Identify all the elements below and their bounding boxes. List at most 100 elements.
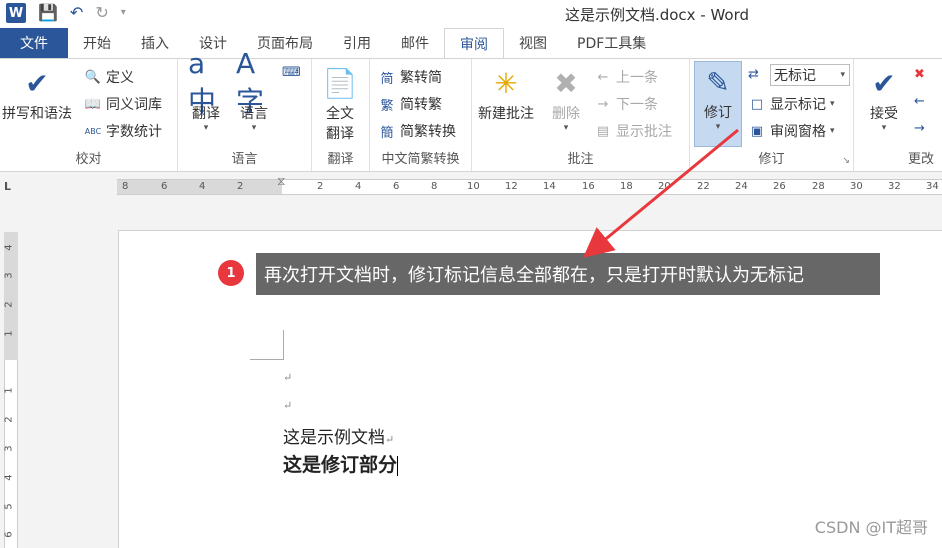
- empty-paragraph[interactable]: ↵: [283, 398, 292, 413]
- chinese-convert-button[interactable]: 簡 简繁转换: [378, 121, 456, 141]
- show-markup-button[interactable]: □ 显示标记 ▾: [748, 94, 835, 114]
- spelling-grammar-button[interactable]: ✔ 拼写和语法: [2, 63, 72, 123]
- chevron-down-icon: ▾: [251, 123, 257, 133]
- new-comment-button[interactable]: ✳ 新建批注: [478, 63, 534, 123]
- next-icon: →: [597, 96, 609, 112]
- simplified-to-traditional-button[interactable]: 繁 简转繁: [378, 94, 442, 114]
- markup-select-value: 无标记: [774, 68, 816, 84]
- ruler-tick: 14: [543, 181, 556, 192]
- paragraph-mark: ↵: [385, 433, 395, 446]
- spell-check-icon: ✔: [25, 66, 49, 100]
- ruler-tick: 16: [582, 181, 595, 192]
- group-label-tracking: 修订: [758, 152, 785, 167]
- chevron-down-icon: ▾: [715, 122, 721, 132]
- empty-paragraph[interactable]: ↵: [283, 370, 292, 385]
- ruler-tick: 4: [355, 181, 362, 192]
- delete-comment-icon: ✖: [554, 66, 578, 100]
- chevron-down-icon: ▾: [840, 70, 845, 80]
- thesaurus-label: 同义词库: [106, 97, 162, 113]
- ruler-tick: 4: [199, 181, 206, 192]
- language-label: 语言: [240, 106, 268, 122]
- thesaurus-icon: 📖: [84, 96, 102, 112]
- previous-comment-button[interactable]: ← 上一条: [594, 67, 658, 87]
- horizontal-ruler[interactable]: 8 6 4 2 ⧖ 2 4 6 8 10 12 14 16 18 20 22 2…: [117, 174, 942, 195]
- new-comment-label: 新建批注: [478, 106, 534, 122]
- dialog-launcher-icon[interactable]: ↘: [842, 156, 850, 166]
- word-count-icon: ABC: [84, 126, 102, 136]
- document-text: 这是示例文档: [283, 428, 385, 448]
- accept-button[interactable]: ✔ 接受 ▾: [866, 63, 902, 134]
- language-button[interactable]: A字 语言 ▾: [236, 47, 272, 134]
- group-translation: 📄 全文 翻译 翻译: [312, 59, 370, 171]
- full-text-translate-button[interactable]: 📄 全文 翻译: [322, 63, 358, 143]
- markup-view-icon: ⇄: [748, 67, 759, 82]
- ruler-tick: 2: [237, 181, 244, 192]
- tab-insert[interactable]: 插入: [126, 28, 184, 58]
- document-translate-icon: 📄: [322, 66, 358, 100]
- t2s-label: 繁转简: [400, 70, 442, 86]
- track-changes-label: 修订: [704, 105, 732, 121]
- vruler-tick: 2: [3, 301, 15, 308]
- title-bar: W 💾 ↶ ↻ ▾ 这是示例文档.docx - Word: [0, 0, 942, 28]
- ruler-tick: 6: [161, 181, 168, 192]
- reject-icon[interactable]: ✖: [914, 67, 925, 82]
- show-markup-label: 显示标记: [770, 97, 826, 113]
- document-line-2[interactable]: 这是修订部分: [283, 450, 399, 477]
- vertical-ruler[interactable]: 4 3 2 1 1 2 3 4 5 6: [0, 202, 22, 548]
- previous-change-icon[interactable]: ←: [914, 94, 925, 109]
- show-comments-button[interactable]: ▤ 显示批注: [594, 121, 672, 141]
- thesaurus-button[interactable]: 📖 同义词库: [84, 94, 162, 114]
- full-text-label-1: 全文: [326, 106, 354, 122]
- revised-text: 这是修订部分: [283, 454, 398, 476]
- group-changes: ✔ 接受 ▾ ✖ ← → 更改: [854, 59, 942, 171]
- ruler-tick: 22: [697, 181, 710, 192]
- next-comment-button[interactable]: → 下一条: [594, 94, 658, 114]
- track-changes-button[interactable]: ✎ 修订 ▾: [694, 61, 742, 147]
- word-count-button[interactable]: ABC 字数统计: [84, 121, 162, 141]
- chevron-down-icon: ▾: [563, 123, 569, 133]
- ruler-tick: 28: [812, 181, 825, 192]
- translate-label: 翻译: [192, 106, 220, 122]
- translate-button[interactable]: a中 翻译 ▾: [188, 47, 224, 134]
- chevron-down-icon: ▾: [203, 123, 209, 133]
- text-cursor: [397, 456, 399, 476]
- keyboard-icon[interactable]: ⌨: [282, 65, 301, 80]
- tab-selector[interactable]: L: [4, 180, 18, 194]
- paragraph-mark: ↵: [283, 399, 293, 412]
- ruler-tick: 20: [658, 181, 671, 192]
- next-change-icon[interactable]: →: [914, 121, 925, 136]
- tab-review[interactable]: 审阅: [444, 28, 504, 59]
- delete-comment-button[interactable]: ✖ 删除 ▾: [548, 63, 584, 134]
- ruler-tick: 8: [431, 181, 438, 192]
- reviewing-pane-icon: ▣: [750, 123, 764, 139]
- accept-label: 接受: [870, 106, 898, 122]
- tab-pdf-tools[interactable]: PDF工具集: [562, 28, 661, 58]
- ruler-tick: 18: [620, 181, 633, 192]
- define-button[interactable]: 🔍 定义: [84, 67, 134, 87]
- tab-mailings[interactable]: 邮件: [386, 28, 444, 58]
- document-line-1[interactable]: 这是示例文档↵: [283, 423, 394, 448]
- ruler-tick: 6: [393, 181, 400, 192]
- group-chinese-conversion: 简 繁转简 繁 简转繁 簡 简繁转换 中文简繁转换: [370, 59, 472, 171]
- markup-select[interactable]: 无标记 ▾: [770, 64, 850, 86]
- next-comment-label: 下一条: [616, 97, 658, 113]
- indent-marker-icon[interactable]: ⧖: [277, 174, 285, 189]
- previous-icon: ←: [597, 69, 609, 85]
- ruler-tick: 26: [773, 181, 786, 192]
- vruler-tick: 4: [3, 244, 15, 251]
- vruler-tick: 5: [3, 503, 15, 510]
- simplified-icon: 繁: [380, 98, 394, 114]
- traditional-to-simplified-button[interactable]: 简 繁转简: [378, 67, 442, 87]
- reviewing-pane-label: 审阅窗格: [770, 124, 826, 140]
- word-count-label: 字数统计: [106, 124, 162, 140]
- tab-home[interactable]: 开始: [68, 28, 126, 58]
- tab-file[interactable]: 文件: [0, 28, 68, 58]
- tab-view[interactable]: 视图: [504, 28, 562, 58]
- new-comment-icon: ✳: [494, 66, 518, 100]
- ruler-tick: 8: [122, 181, 129, 192]
- vruler-tick: 6: [3, 531, 15, 538]
- reviewing-pane-button[interactable]: ▣ 审阅窗格 ▾: [748, 121, 835, 141]
- step-number-badge: 1: [218, 260, 244, 286]
- define-label: 定义: [106, 70, 134, 86]
- tab-references[interactable]: 引用: [328, 28, 386, 58]
